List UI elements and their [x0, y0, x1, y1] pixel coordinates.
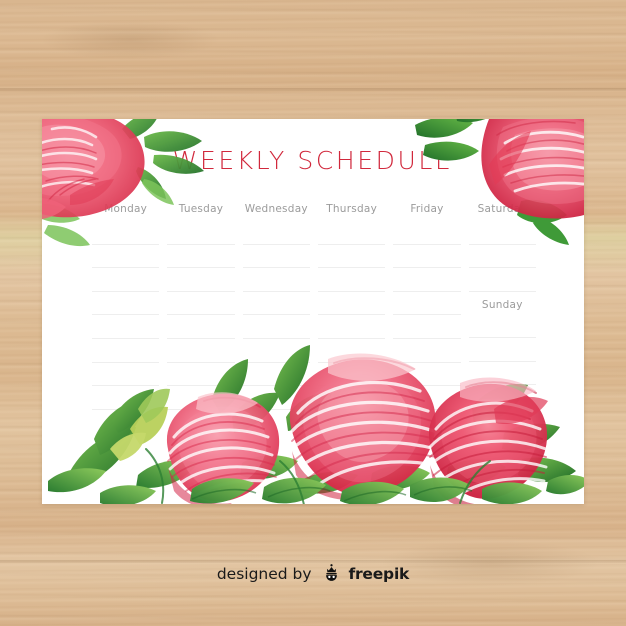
write-lines-monday[interactable] — [92, 221, 160, 410]
screenshot-stage: WEEKLY SCHEDULE Monday Tuesday Wednesday… — [0, 0, 626, 626]
write-line[interactable] — [92, 339, 160, 363]
write-line[interactable] — [92, 386, 160, 410]
schedule-grid: Monday Tuesday Wednesday Thursday Friday… — [88, 201, 540, 491]
credit-prefix: designed by — [216, 565, 312, 583]
write-line[interactable] — [167, 339, 235, 363]
write-line[interactable] — [317, 268, 386, 292]
day-label-friday: Friday — [410, 203, 444, 215]
write-line[interactable] — [317, 315, 386, 339]
write-line[interactable] — [242, 363, 310, 387]
wood-knot — [40, 20, 220, 60]
freepik-wordmark: freepik — [348, 565, 410, 583]
write-lines-saturday[interactable] — [468, 221, 536, 292]
weekly-schedule-card: WEEKLY SCHEDULE Monday Tuesday Wednesday… — [42, 119, 584, 504]
write-line[interactable] — [242, 221, 310, 245]
wood-plank-seam-top — [0, 88, 626, 91]
schedule-column-monday[interactable]: Monday — [88, 201, 163, 491]
write-line[interactable] — [468, 338, 536, 362]
write-line[interactable] — [393, 386, 461, 410]
schedule-column-weekend[interactable]: Saturday Sunday — [465, 201, 540, 491]
write-line[interactable] — [393, 268, 461, 292]
write-line[interactable] — [167, 363, 235, 387]
write-line[interactable] — [167, 221, 235, 245]
write-line[interactable] — [468, 245, 536, 269]
day-label-wednesday: Wednesday — [244, 203, 308, 215]
write-line[interactable] — [92, 315, 160, 339]
write-line[interactable] — [393, 292, 461, 316]
write-line[interactable] — [167, 268, 235, 292]
write-line[interactable] — [92, 268, 160, 292]
write-line[interactable] — [242, 339, 310, 363]
write-lines-friday[interactable] — [393, 221, 461, 410]
write-line[interactable] — [317, 386, 386, 410]
day-label-tuesday: Tuesday — [178, 203, 224, 215]
write-lines-wednesday[interactable] — [242, 221, 310, 410]
write-line[interactable] — [92, 221, 160, 245]
write-line[interactable] — [468, 362, 536, 386]
write-line[interactable] — [242, 315, 310, 339]
schedule-column-wednesday[interactable]: Wednesday — [239, 201, 314, 491]
day-label-thursday: Thursday — [326, 203, 378, 215]
write-line[interactable] — [92, 245, 160, 269]
day-label-sunday: Sunday — [481, 298, 523, 311]
write-line[interactable] — [242, 292, 310, 316]
write-line[interactable] — [92, 292, 160, 316]
schedule-column-friday[interactable]: Friday — [389, 201, 464, 491]
write-line[interactable] — [317, 339, 386, 363]
day-label-monday: Monday — [104, 203, 148, 215]
freepik-crown-icon — [322, 563, 341, 586]
write-line[interactable] — [317, 221, 386, 245]
freepik-credit: designed by freepik — [0, 563, 626, 586]
write-line[interactable] — [393, 363, 461, 387]
page-title: WEEKLY SCHEDULE — [172, 146, 454, 175]
write-line[interactable] — [468, 221, 536, 245]
write-line[interactable] — [393, 221, 461, 245]
write-line[interactable] — [242, 268, 310, 292]
write-line[interactable] — [317, 363, 386, 387]
write-line[interactable] — [317, 292, 386, 316]
write-line[interactable] — [468, 268, 536, 292]
write-line[interactable] — [393, 315, 461, 339]
schedule-column-thursday[interactable]: Thursday — [314, 201, 389, 491]
write-line[interactable] — [242, 386, 310, 410]
schedule-column-tuesday[interactable]: Tuesday — [163, 201, 238, 491]
write-line[interactable] — [167, 315, 235, 339]
write-line[interactable] — [393, 245, 461, 269]
write-line[interactable] — [317, 245, 386, 269]
write-line[interactable] — [393, 339, 461, 363]
write-line[interactable] — [167, 386, 235, 410]
write-line[interactable] — [167, 292, 235, 316]
day-label-saturday: Saturday — [477, 203, 527, 215]
write-lines-tuesday[interactable] — [167, 221, 235, 410]
write-line[interactable] — [242, 245, 310, 269]
write-line[interactable] — [92, 363, 160, 387]
write-line[interactable] — [167, 245, 235, 269]
write-lines-sunday[interactable] — [468, 314, 536, 386]
write-line[interactable] — [468, 314, 536, 338]
write-lines-thursday[interactable] — [317, 221, 386, 410]
